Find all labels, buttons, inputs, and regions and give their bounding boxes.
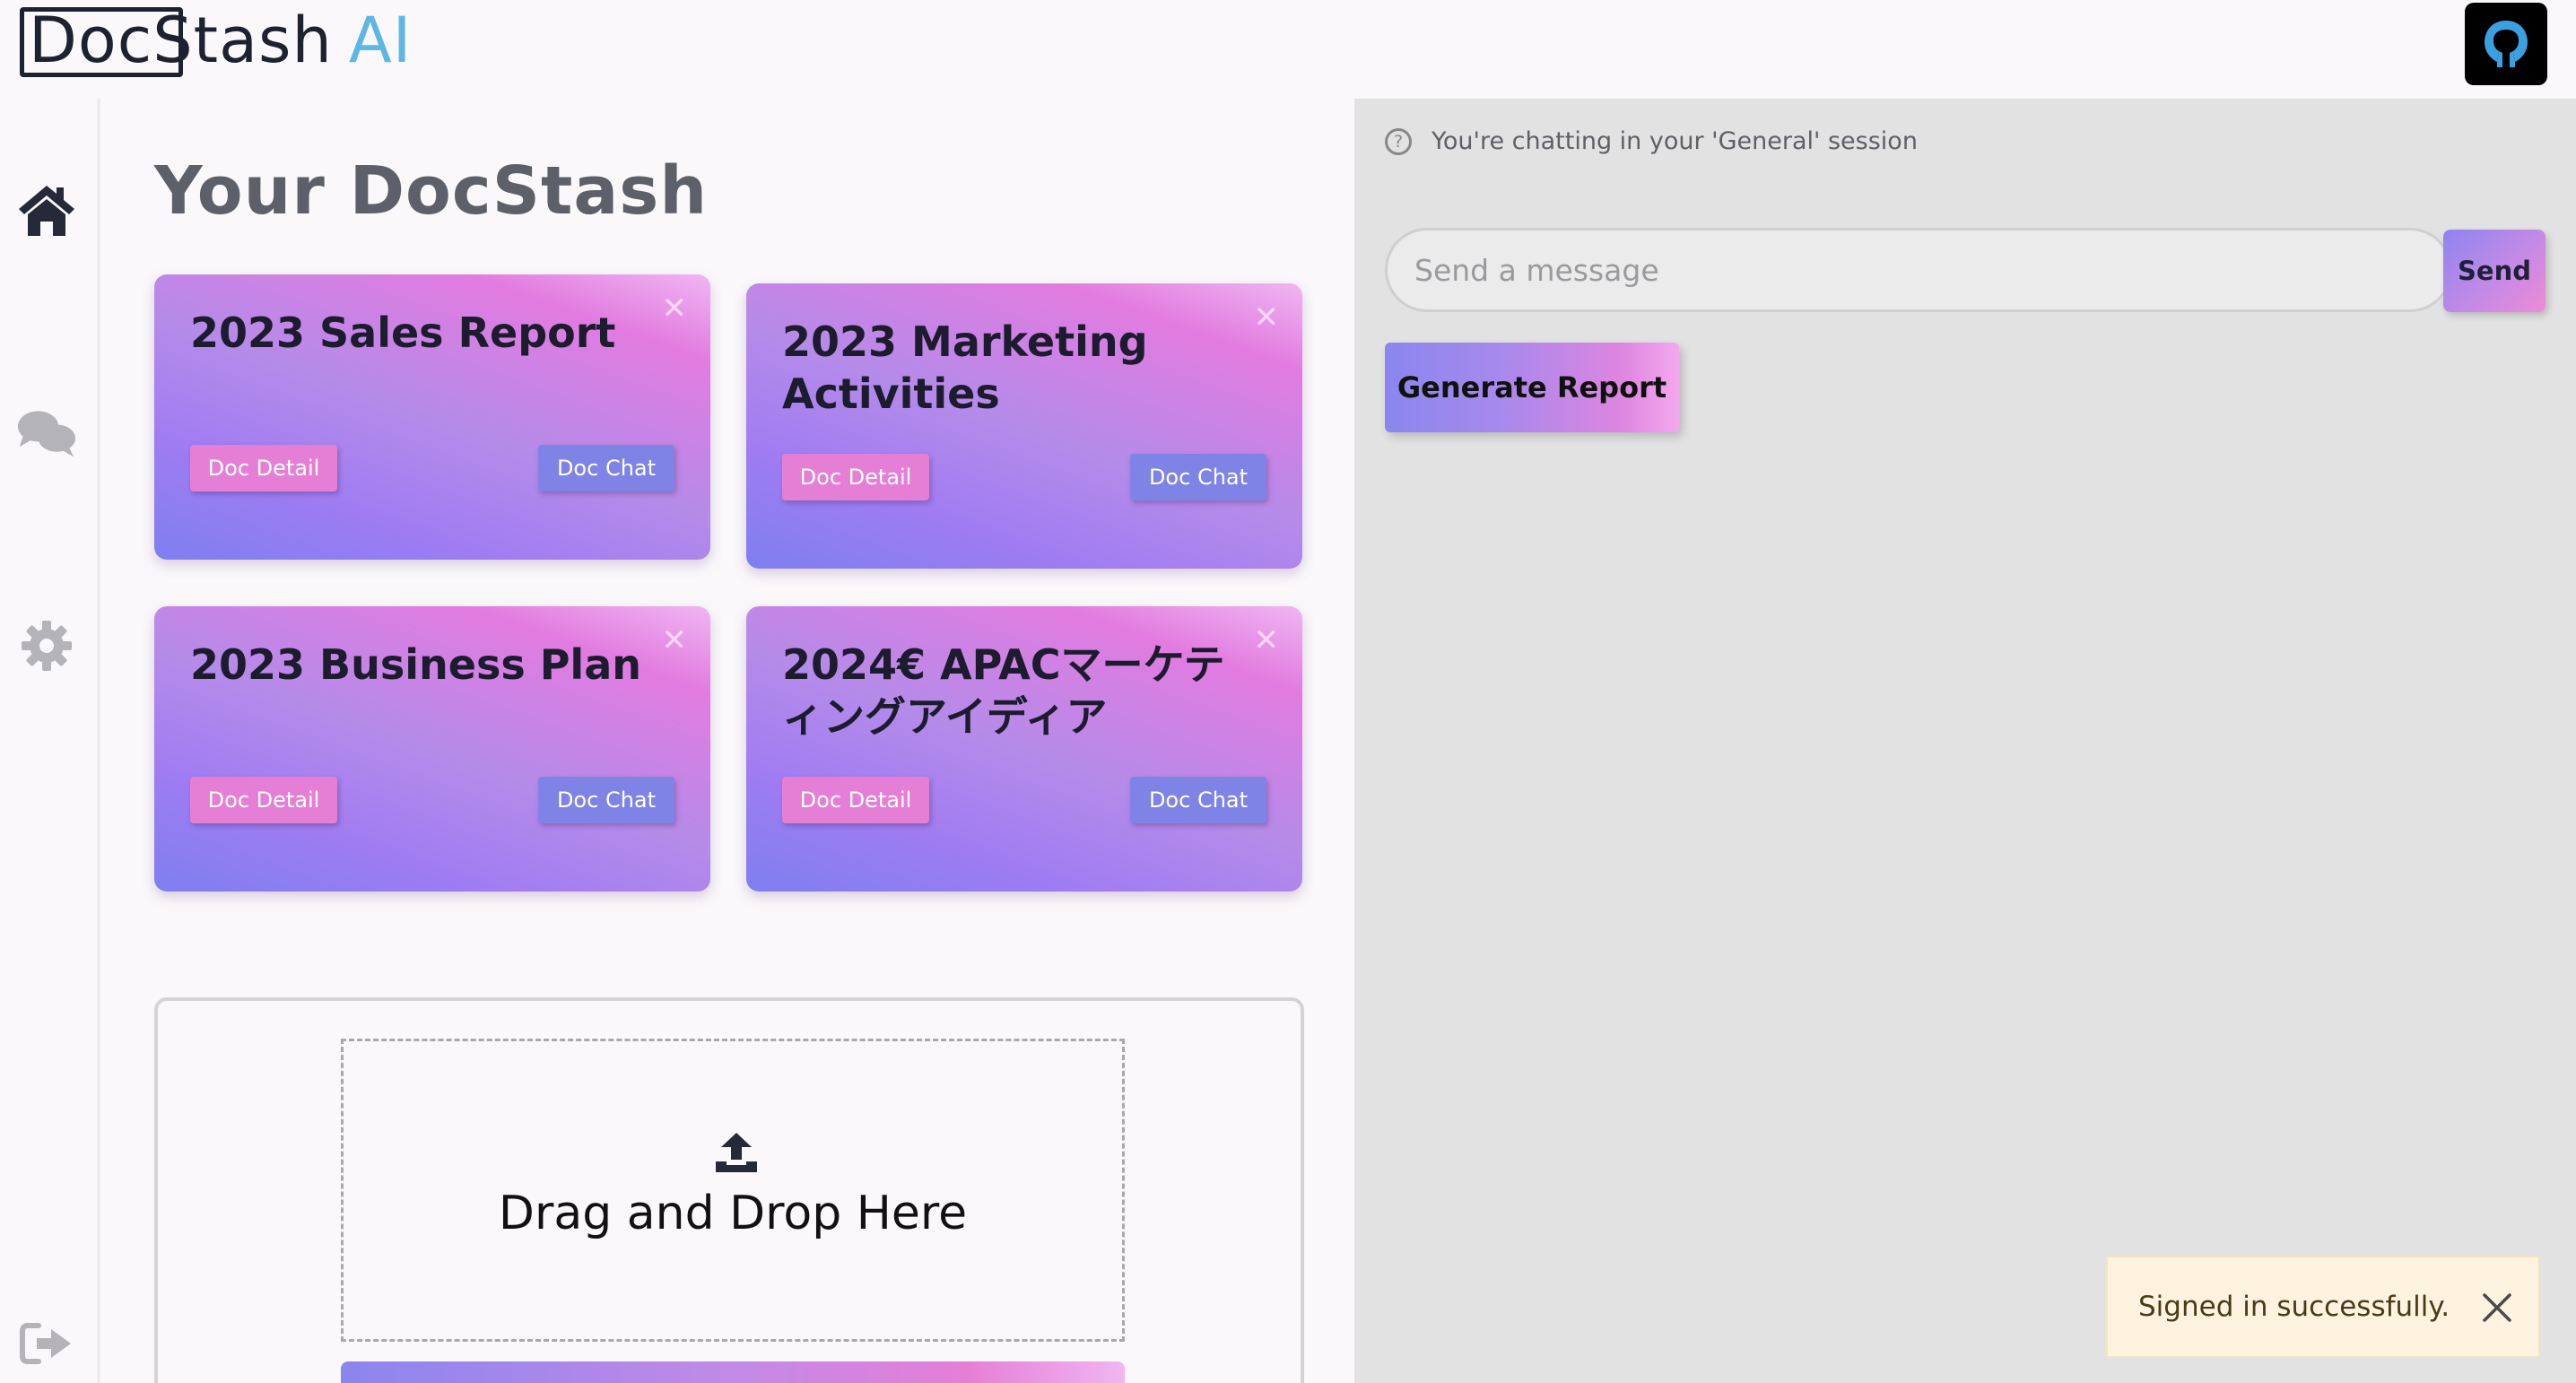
- close-icon[interactable]: [2481, 1292, 2513, 1324]
- doc-chat-button[interactable]: Doc Chat: [1130, 777, 1266, 823]
- close-icon[interactable]: ✕: [662, 291, 688, 326]
- sidebar: [0, 99, 100, 1383]
- document-card[interactable]: 2023 Sales Report ✕ Doc Detail Doc Chat: [154, 274, 710, 560]
- toast-notification: Signed in successfully.: [2106, 1256, 2540, 1358]
- send-button[interactable]: Send: [2443, 230, 2546, 312]
- chat-bubbles-icon: [17, 411, 76, 457]
- drop-zone[interactable]: Drag and Drop Here: [341, 1039, 1125, 1342]
- upload-button[interactable]: [341, 1361, 1125, 1383]
- logo-ai-text: AI: [348, 4, 413, 77]
- user-avatar-button[interactable]: [2465, 3, 2547, 85]
- doc-detail-button[interactable]: Doc Detail: [782, 777, 929, 823]
- question-circle-icon: ?: [1385, 127, 1412, 155]
- message-input[interactable]: [1385, 228, 2452, 312]
- page-title: Your DocStash: [154, 152, 709, 230]
- document-card[interactable]: 2023 Business Plan ✕ Doc Detail Doc Chat: [154, 606, 710, 892]
- doc-chat-button[interactable]: Doc Chat: [538, 777, 674, 823]
- app-logo[interactable]: DocStash AI: [20, 4, 412, 77]
- close-icon[interactable]: ✕: [662, 622, 688, 658]
- document-title: 2023 Marketing Activities: [782, 317, 1148, 418]
- document-title: 2024€ APACマーケティングアイディア: [782, 640, 1225, 741]
- generate-report-button[interactable]: Generate Report: [1385, 343, 1679, 432]
- main-content: Your DocStash 2023 Sales Report ✕ Doc De…: [104, 99, 1354, 1383]
- document-title: 2023 Sales Report: [190, 309, 616, 357]
- doc-chat-button[interactable]: Doc Chat: [538, 445, 674, 491]
- doc-detail-button[interactable]: Doc Detail: [190, 777, 337, 823]
- upload-icon: [716, 1133, 757, 1172]
- sidebar-item-logout[interactable]: [16, 1313, 77, 1374]
- gear-icon: [22, 621, 72, 671]
- doc-detail-button[interactable]: Doc Detail: [782, 454, 929, 500]
- home-icon: [19, 186, 74, 236]
- sidebar-item-settings[interactable]: [16, 615, 77, 676]
- document-card[interactable]: 2023 Marketing Activities ✕ Doc Detail D…: [746, 283, 1302, 569]
- document-card[interactable]: 2024€ APACマーケティングアイディア ✕ Doc Detail Doc …: [746, 606, 1302, 892]
- sign-out-icon: [20, 1323, 71, 1364]
- close-icon[interactable]: ✕: [1254, 622, 1280, 658]
- close-icon[interactable]: ✕: [1254, 300, 1280, 335]
- drop-zone-label: Drag and Drop Here: [498, 1187, 968, 1240]
- top-header: DocStash AI: [0, 0, 2576, 99]
- chat-panel: ? You're chatting in your 'General' sess…: [1354, 99, 2576, 1383]
- sidebar-item-home[interactable]: [16, 179, 77, 240]
- session-info: ? You're chatting in your 'General' sess…: [1385, 127, 1918, 155]
- toast-message: Signed in successfully.: [2138, 1291, 2450, 1323]
- session-text: You're chatting in your 'General' sessio…: [1432, 127, 1918, 155]
- document-title: 2023 Business Plan: [190, 640, 641, 689]
- doc-chat-button[interactable]: Doc Chat: [1130, 454, 1266, 500]
- doc-detail-button[interactable]: Doc Detail: [190, 445, 337, 491]
- user-avatar-icon: [2485, 21, 2528, 67]
- upload-panel: Drag and Drop Here: [154, 997, 1304, 1383]
- logo-text: DocStash: [29, 4, 333, 77]
- sidebar-item-chats[interactable]: [16, 402, 77, 463]
